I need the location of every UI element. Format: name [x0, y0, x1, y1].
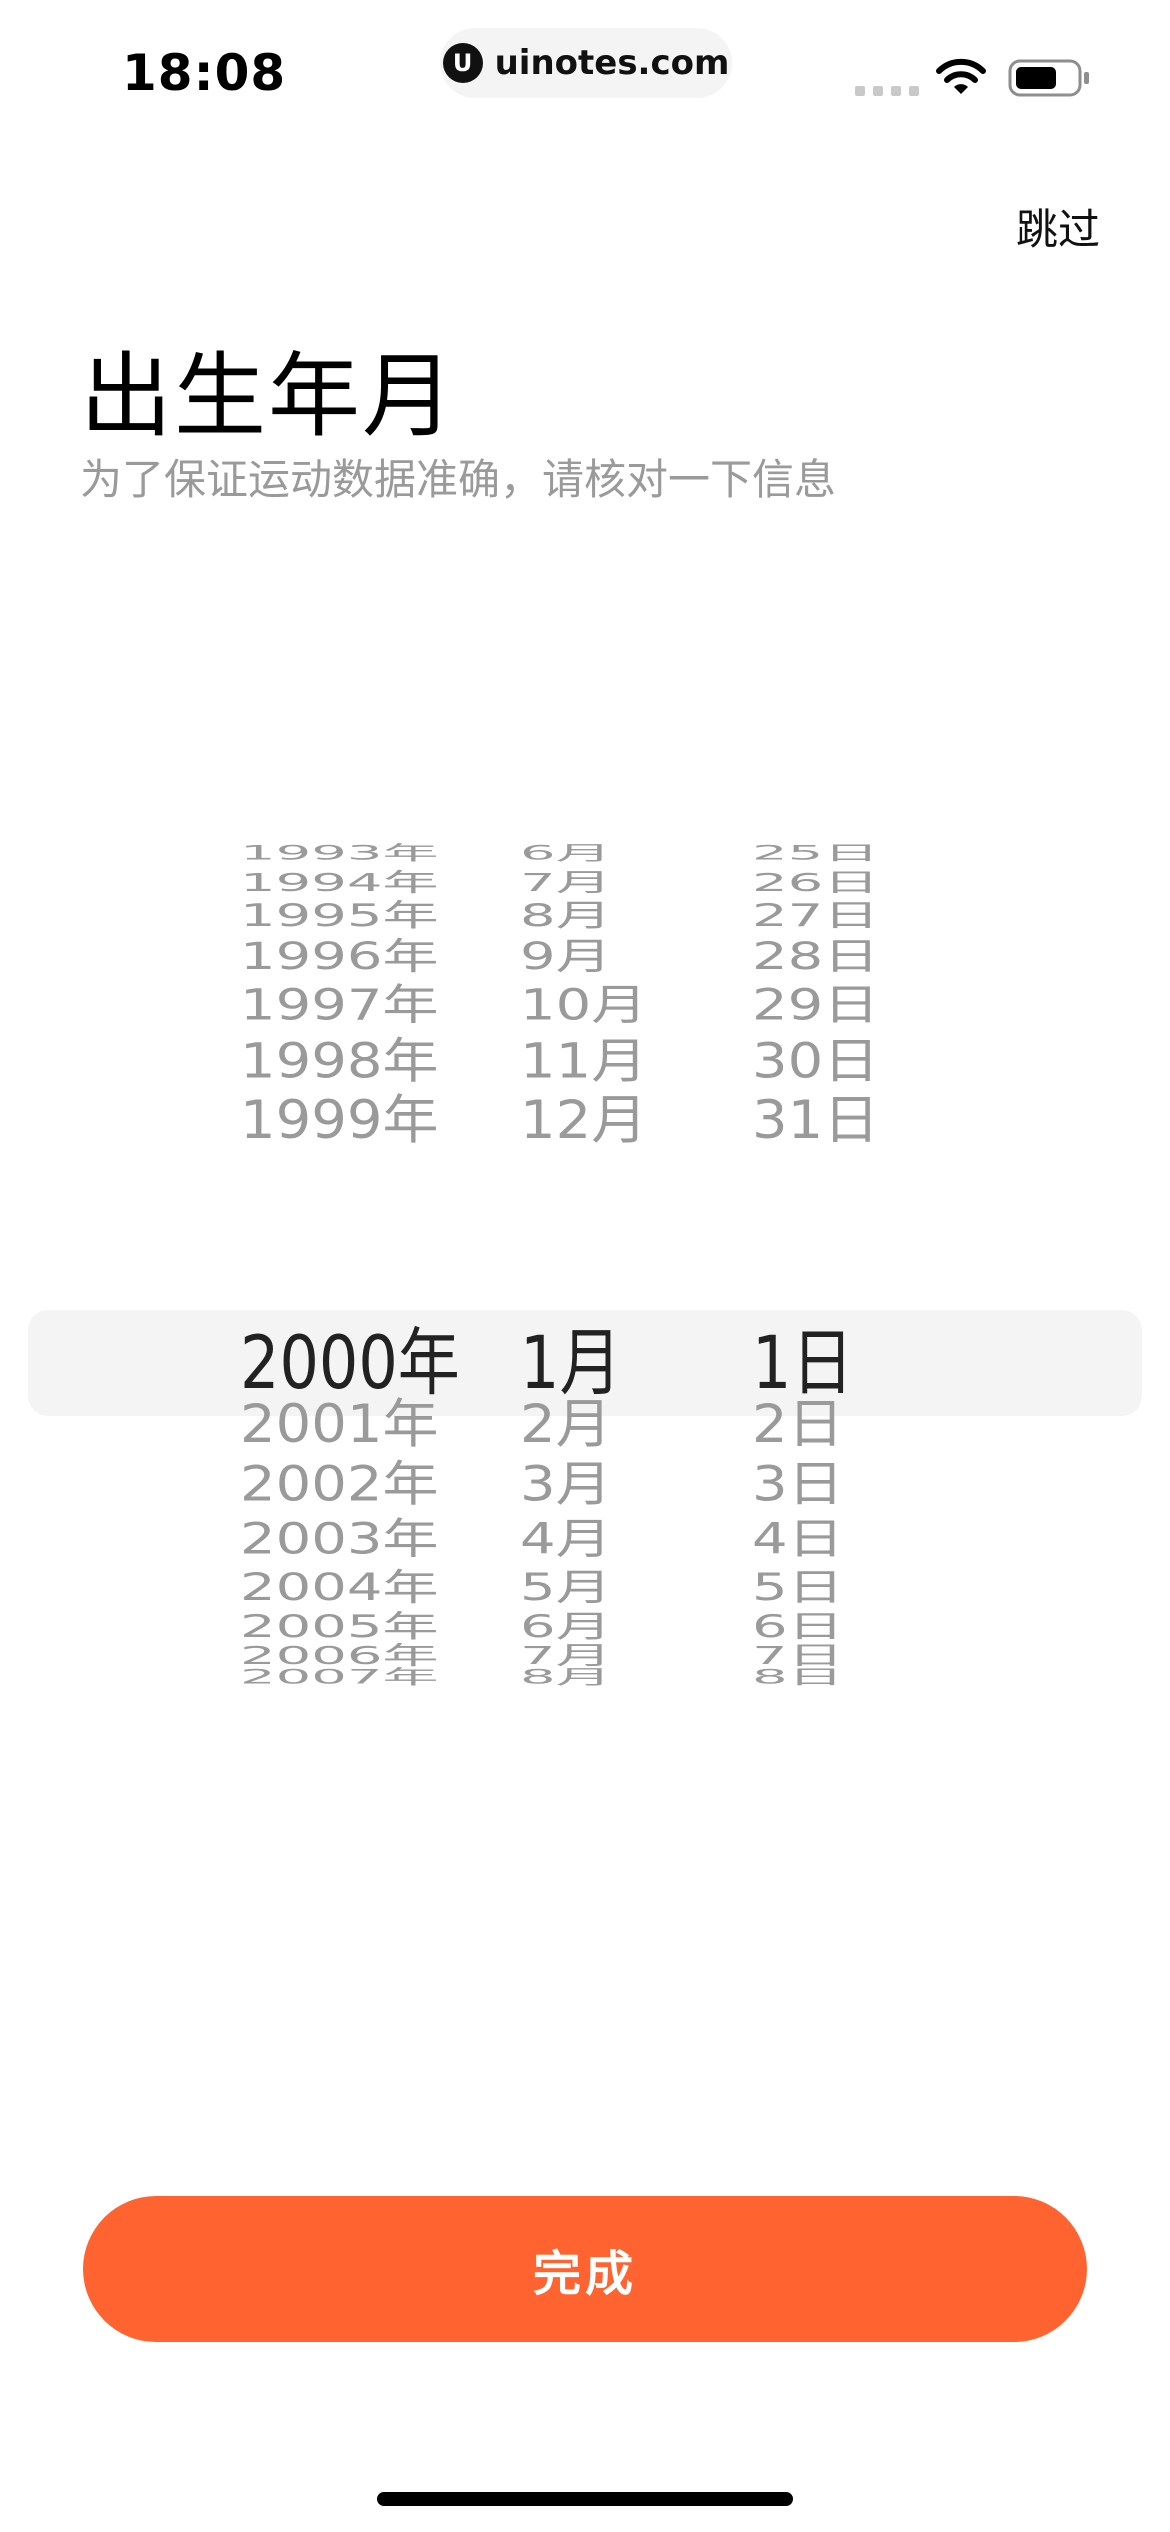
picker-year-cell: 2000年 — [240, 1319, 460, 1406]
picker-month-cell: 9月 — [520, 935, 612, 979]
picker-row[interactable]: 2007年 8月 8日 — [0, 1665, 1170, 1689]
home-indicator — [377, 2492, 793, 2506]
page-subtitle: 为了保证运动数据准确，请核对一下信息 — [80, 455, 837, 504]
picker-month-cell: 11月 — [520, 1033, 648, 1090]
picker-day-cell: 27日 — [752, 897, 880, 934]
picker-row[interactable]: 1999年 12月 31日 — [0, 1089, 1170, 1152]
picker-year-cell: 1995年 — [240, 897, 439, 934]
skip-button[interactable]: 跳过 — [1016, 196, 1100, 257]
picker-day-cell: 3日 — [752, 1456, 844, 1513]
picker-year-cell: 1998年 — [240, 1033, 439, 1090]
picker-day-cell: 30日 — [752, 1033, 880, 1090]
picker-year-cell: 2001年 — [240, 1393, 439, 1456]
picker-day-cell: 2日 — [752, 1393, 844, 1456]
picker-row-selected[interactable]: 2000年 1月 1日 — [0, 1319, 1170, 1406]
picker-month-cell: 5月 — [520, 1566, 612, 1610]
birthdate-screen: 18:08 U uinotes.com 跳过 出生年月 为了保证运动数据准确，请… — [0, 0, 1170, 2532]
url-pill[interactable]: U uinotes.com — [440, 28, 732, 98]
picker-row[interactable]: 1993年 6月 25日 — [0, 841, 1170, 865]
picker-day-cell: 6日 — [752, 1608, 844, 1645]
url-text: uinotes.com — [494, 43, 730, 83]
picker-month-cell: 7月 — [520, 868, 612, 898]
picker-year-cell: 1996年 — [240, 935, 439, 979]
picker-month-cell: 6月 — [520, 841, 612, 865]
picker-year-cell: 2007年 — [240, 1665, 439, 1689]
picker-month-cell: 10月 — [520, 980, 648, 1031]
picker-day-cell: 1日 — [752, 1319, 854, 1406]
picker-month-cell: 4月 — [520, 1514, 612, 1565]
picker-year-cell: 1994年 — [240, 868, 439, 898]
picker-day-cell: 25日 — [752, 841, 880, 865]
picker-day-cell: 8日 — [752, 1665, 844, 1689]
picker-month-cell: 8月 — [520, 897, 612, 934]
picker-day-cell: 28日 — [752, 935, 880, 979]
picker-month-cell: 1月 — [520, 1319, 622, 1406]
picker-month-cell: 2月 — [520, 1393, 612, 1456]
picker-day-cell: 5日 — [752, 1566, 844, 1610]
picker-row[interactable]: 2002年 3月 3日 — [0, 1459, 1170, 1511]
picker-year-cell: 2005年 — [240, 1608, 439, 1645]
picker-year-cell: 1999年 — [240, 1089, 439, 1152]
site-logo-icon: U — [442, 43, 483, 83]
done-button[interactable]: 完成 — [83, 2196, 1087, 2342]
picker-row[interactable]: 2003年 4月 4日 — [0, 1517, 1170, 1563]
picker-month-cell: 8月 — [520, 1665, 612, 1689]
page-title: 出生年月 — [80, 343, 457, 450]
picker-month-cell: 3月 — [520, 1456, 612, 1513]
picker-day-cell: 4日 — [752, 1514, 844, 1565]
picker-row[interactable]: 2004年 5月 5日 — [0, 1568, 1170, 1608]
picker-year-cell: 2003年 — [240, 1514, 439, 1565]
picker-day-cell: 31日 — [752, 1089, 880, 1152]
date-picker[interactable]: 1993年 6月 25日 1994年 7月 26日 1995年 8月 27日 1996年 9月 28日… — [0, 830, 1170, 1890]
picker-row[interactable]: 1998年 11月 30日 — [0, 1036, 1170, 1088]
cellular-signal-icon — [855, 86, 919, 96]
picker-row[interactable]: 1994年 7月 26日 — [0, 868, 1170, 898]
picker-row[interactable]: 1995年 8月 27日 — [0, 897, 1170, 934]
picker-row[interactable]: 2005年 6月 6日 — [0, 1608, 1170, 1645]
picker-row[interactable]: 1997年 10月 29日 — [0, 983, 1170, 1029]
picker-year-cell: 1993年 — [240, 841, 439, 865]
picker-day-cell: 29日 — [752, 980, 880, 1031]
picker-year-cell: 1997年 — [240, 980, 439, 1031]
picker-row[interactable]: 2001年 2月 2日 — [0, 1393, 1170, 1456]
battery-icon — [1008, 59, 1089, 97]
picker-day-cell: 26日 — [752, 868, 880, 898]
picker-year-cell: 2004年 — [240, 1566, 439, 1610]
wifi-icon — [936, 58, 986, 94]
status-time: 18:08 — [122, 44, 287, 102]
picker-month-cell: 6月 — [520, 1608, 612, 1645]
picker-month-cell: 12月 — [520, 1089, 648, 1152]
picker-year-cell: 2002年 — [240, 1456, 439, 1513]
picker-row[interactable]: 1996年 9月 28日 — [0, 937, 1170, 977]
